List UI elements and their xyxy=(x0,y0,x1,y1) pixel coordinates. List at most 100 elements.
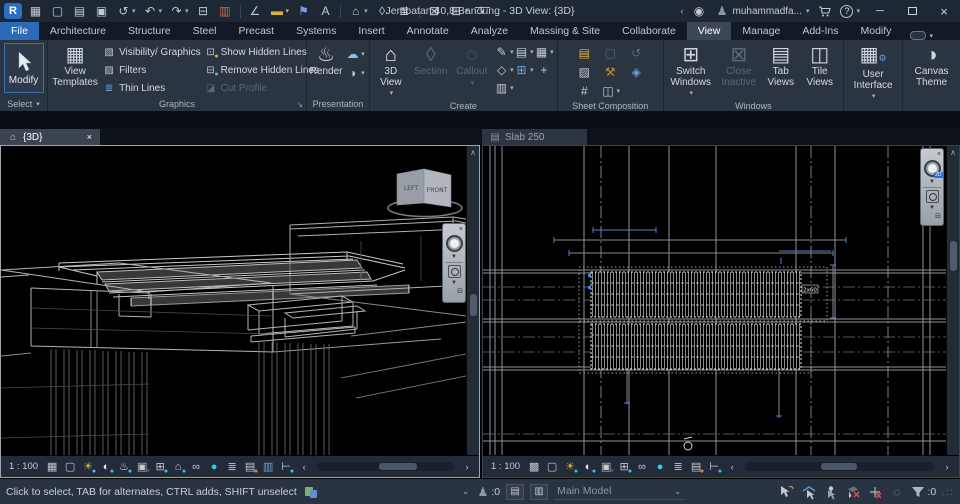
thin-lines-icon[interactable]: ≣ xyxy=(397,4,412,19)
horizontal-scrollbar[interactable] xyxy=(745,462,934,471)
filter-button[interactable]: :0 xyxy=(910,484,936,500)
displacement-sets-icon[interactable]: ▤ ● xyxy=(243,460,258,475)
switch-windows-button[interactable]: ⊞ Switch Windows ▾ xyxy=(667,43,715,101)
search-icon[interactable]: ◉ xyxy=(691,4,706,19)
vertical-scrollbar[interactable]: ∧ xyxy=(466,146,479,455)
visual-style-icon[interactable]: ▢ xyxy=(545,460,559,474)
chevron-down-icon[interactable]: ▼ xyxy=(451,280,457,286)
select-links-icon[interactable] xyxy=(779,484,795,500)
duplicate-view-button[interactable]: ⊞ ▾ xyxy=(514,63,534,78)
sync-button[interactable]: ↺ ▾ xyxy=(116,4,135,19)
filters-button[interactable]: ▨ Filters xyxy=(102,61,201,79)
revit-logo[interactable]: R xyxy=(4,3,22,19)
undo-button[interactable]: ↶ ▾ xyxy=(143,4,162,19)
view-scale-button[interactable]: 1 : 100 xyxy=(488,461,523,472)
scroll-right-icon[interactable]: › xyxy=(940,460,954,474)
new-file-icon[interactable]: ▢ xyxy=(50,4,65,19)
resize-grip[interactable]: .:: xyxy=(942,486,954,498)
app-store-cart-icon[interactable] xyxy=(817,4,832,19)
chevron-down-icon[interactable]: ▼ xyxy=(451,254,457,260)
lock-3d-view-icon[interactable]: ⌂ ● xyxy=(171,460,186,475)
schedules-button[interactable]: ▦ ▾ xyxy=(534,45,554,60)
scrollbar-thumb[interactable] xyxy=(950,241,957,271)
remove-hidden-lines-button[interactable]: ⊟ ● Remove Hidden Lines xyxy=(204,61,319,79)
customize-qat-icon[interactable]: ▾ xyxy=(475,6,491,16)
reveal-constraints-icon[interactable]: ⊢ ● xyxy=(279,460,294,475)
tab-structure[interactable]: Structure xyxy=(117,22,182,40)
default-3d-view-button[interactable]: ⌂ ▾ xyxy=(348,4,368,19)
viewports-button[interactable]: ◫ ▾ xyxy=(601,83,620,98)
render-in-cloud-button[interactable]: ☁ ▾ xyxy=(345,46,365,61)
scroll-up-icon[interactable]: ∧ xyxy=(470,146,476,158)
scroll-left-icon[interactable]: ‹ xyxy=(297,460,311,474)
steering-wheel-2d-icon[interactable]: 2D xyxy=(923,160,943,178)
close-view-icon[interactable]: × xyxy=(87,132,92,142)
vertical-scrollbar[interactable]: ∧ xyxy=(946,146,959,455)
matchline-icon[interactable]: ▨ xyxy=(577,64,592,79)
help-menu[interactable]: ? ▾ xyxy=(840,4,860,18)
scope-box-button[interactable]: + xyxy=(536,63,551,78)
editing-requests-button[interactable]: ♟ :0 xyxy=(475,484,500,499)
tab-architecture[interactable]: Architecture xyxy=(39,22,117,40)
zoom-tool-icon[interactable] xyxy=(447,265,461,278)
scrollbar-thumb[interactable] xyxy=(470,294,477,316)
temporary-hide-isolate-icon[interactable]: ∞ xyxy=(635,460,649,474)
tab-add-ins[interactable]: Add-Ins xyxy=(791,22,849,40)
view-templates-button[interactable]: ▦ View Templates xyxy=(51,43,99,89)
open-file-icon[interactable]: ▤ xyxy=(72,4,87,19)
select-underlay-icon[interactable] xyxy=(801,484,817,500)
close-hidden-windows-icon[interactable]: ⊠ xyxy=(427,4,442,19)
render-gallery-button[interactable]: ◑ ▾ xyxy=(345,65,365,80)
tab-annotate[interactable]: Annotate xyxy=(396,22,460,40)
minimize-button[interactable]: ─ xyxy=(868,2,892,20)
temporary-hide-isolate-icon[interactable]: ∞ xyxy=(189,460,203,474)
tag-icon[interactable]: ⚑ xyxy=(296,4,311,19)
temporary-view-properties-icon[interactable]: ≣ xyxy=(671,460,685,474)
worksharing-display-icon[interactable]: ▥ xyxy=(261,460,275,474)
aligned-dimension-button[interactable]: ▬ ▾ xyxy=(270,4,289,19)
tab-insert[interactable]: Insert xyxy=(347,22,395,40)
tab-steel[interactable]: Steel xyxy=(182,22,228,40)
plan-drawing[interactable]: 2x60 xyxy=(483,146,946,455)
navigation-bar[interactable]: × 2D ▼ ▼ ⊟ xyxy=(920,148,944,226)
guide-grid-icon[interactable]: # xyxy=(577,83,592,98)
close-button[interactable]: × xyxy=(932,2,956,20)
view-scale-button[interactable]: 1 : 100 xyxy=(6,461,41,472)
visual-style-icon[interactable]: ▢ xyxy=(63,460,77,474)
reveal-hidden-elements-icon[interactable]: ● xyxy=(207,460,221,474)
tile-views-button[interactable]: ◫ Tile Views xyxy=(802,43,838,89)
tab-views-button[interactable]: ▤ Tab Views xyxy=(763,43,799,89)
detail-level-icon[interactable]: ▩ xyxy=(527,460,541,474)
drafting-view-button[interactable]: ✎ ▾ xyxy=(494,45,514,60)
collapse-navbar-icon[interactable]: ⊟ xyxy=(935,213,941,221)
panel-label-select[interactable]: Select ▾ xyxy=(0,97,47,111)
3d-view-button[interactable]: ⌂ 3D View ▾ xyxy=(373,43,409,101)
rendering-dialog-icon[interactable]: ♨ ● xyxy=(117,460,132,475)
tab-massing-site[interactable]: Massing & Site xyxy=(519,22,611,40)
temporary-view-properties-icon[interactable]: ≣ xyxy=(225,460,239,474)
switch-windows-button[interactable]: ⊞ ▾ xyxy=(449,4,468,19)
dialog-launcher-icon[interactable]: ↘ xyxy=(296,101,303,109)
print-icon[interactable]: ⊟ xyxy=(196,4,211,19)
crop-region-visibility-icon[interactable]: ⊞ ● xyxy=(153,460,168,475)
view-reference-icon[interactable]: ⚒ xyxy=(603,64,618,79)
scroll-left-icon[interactable]: ‹ xyxy=(725,460,739,474)
section-tool-icon[interactable]: ◊ xyxy=(375,4,390,19)
collapse-toolbar-icon[interactable]: ‹ xyxy=(680,6,683,16)
restore-button[interactable] xyxy=(900,2,924,20)
ribbon-display-toggle[interactable]: ▾ xyxy=(910,31,933,40)
tab-collaborate[interactable]: Collaborate xyxy=(611,22,687,40)
bim-interoperability-icon[interactable]: ▦ xyxy=(28,4,43,19)
chevron-down-icon[interactable]: ⌄ xyxy=(462,486,470,497)
tab-file[interactable]: File xyxy=(0,22,39,40)
text-tool-icon[interactable]: A xyxy=(318,4,333,19)
reveal-hidden-elements-icon[interactable]: ● xyxy=(653,460,667,474)
reveal-constraints-icon[interactable]: ⊢ ● xyxy=(707,460,722,475)
scrollbar-thumb[interactable] xyxy=(378,463,417,470)
scroll-right-icon[interactable]: › xyxy=(460,460,474,474)
crop-region-visibility-icon[interactable]: ⊞ ● xyxy=(617,460,632,475)
crop-view-icon[interactable]: ▣ × xyxy=(135,460,150,475)
chevron-down-icon[interactable]: ▼ xyxy=(929,179,935,185)
view-tab-slab-250[interactable]: ▤ Slab 250 xyxy=(482,129,587,145)
shadows-icon[interactable]: ◐ ● xyxy=(581,460,596,475)
